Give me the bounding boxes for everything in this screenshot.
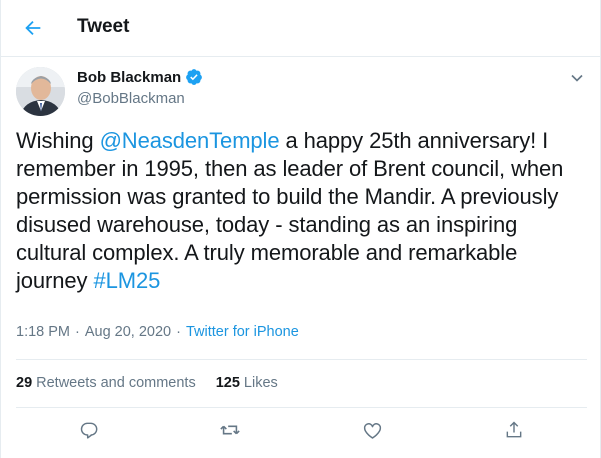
tweet-stats: 29 Retweets and comments 125 Likes (16, 375, 298, 391)
author-name-row: Bob Blackman (77, 68, 203, 86)
tweet-page: Tweet Bob Blackman @BobBlackman Wishing … (0, 0, 601, 458)
retweets-label: Retweets and comments (36, 375, 196, 391)
retweets-count: 29 (16, 375, 33, 391)
tweet-source-link[interactable]: Twitter for iPhone (186, 324, 299, 340)
divider (16, 407, 587, 408)
reply-button[interactable] (77, 418, 101, 442)
page-title: Tweet (77, 16, 130, 37)
more-options-chevron-down-icon[interactable] (567, 68, 587, 88)
meta-separator: · (176, 324, 181, 340)
mention-link[interactable]: @NeasdenTemple (100, 128, 280, 153)
likes-count: 125 (215, 375, 240, 391)
tweet-text: Wishing @NeasdenTemple a happy 25th anni… (16, 127, 591, 295)
avatar[interactable] (16, 67, 65, 116)
share-icon (506, 421, 522, 438)
like-button[interactable] (360, 418, 384, 442)
author-handle[interactable]: @BobBlackman (77, 90, 185, 107)
page-header: Tweet (1, 0, 601, 57)
like-icon (363, 422, 381, 439)
likes-stat[interactable]: 125 Likes (216, 375, 278, 391)
share-button[interactable] (502, 418, 526, 442)
tweet-actions (1, 418, 601, 448)
likes-label: Likes (243, 375, 278, 391)
retweet-button[interactable] (218, 418, 242, 442)
author-name[interactable]: Bob Blackman (77, 69, 181, 86)
tweet-time[interactable]: 1:18 PM (16, 324, 70, 340)
retweet-icon (220, 425, 240, 435)
divider (16, 359, 587, 360)
retweets-stat[interactable]: 29 Retweets and comments (16, 375, 196, 391)
verified-badge-icon (185, 68, 203, 86)
tweet-meta: 1:18 PM · Aug 20, 2020 · Twitter for iPh… (16, 324, 299, 340)
tweet-date[interactable]: Aug 20, 2020 (85, 324, 171, 340)
tweet-text-part: Wishing (16, 128, 100, 153)
reply-icon (80, 422, 98, 439)
meta-separator: · (75, 324, 80, 340)
back-arrow-icon (25, 20, 41, 36)
back-button[interactable] (19, 14, 47, 42)
hashtag-link[interactable]: #LM25 (93, 268, 160, 293)
